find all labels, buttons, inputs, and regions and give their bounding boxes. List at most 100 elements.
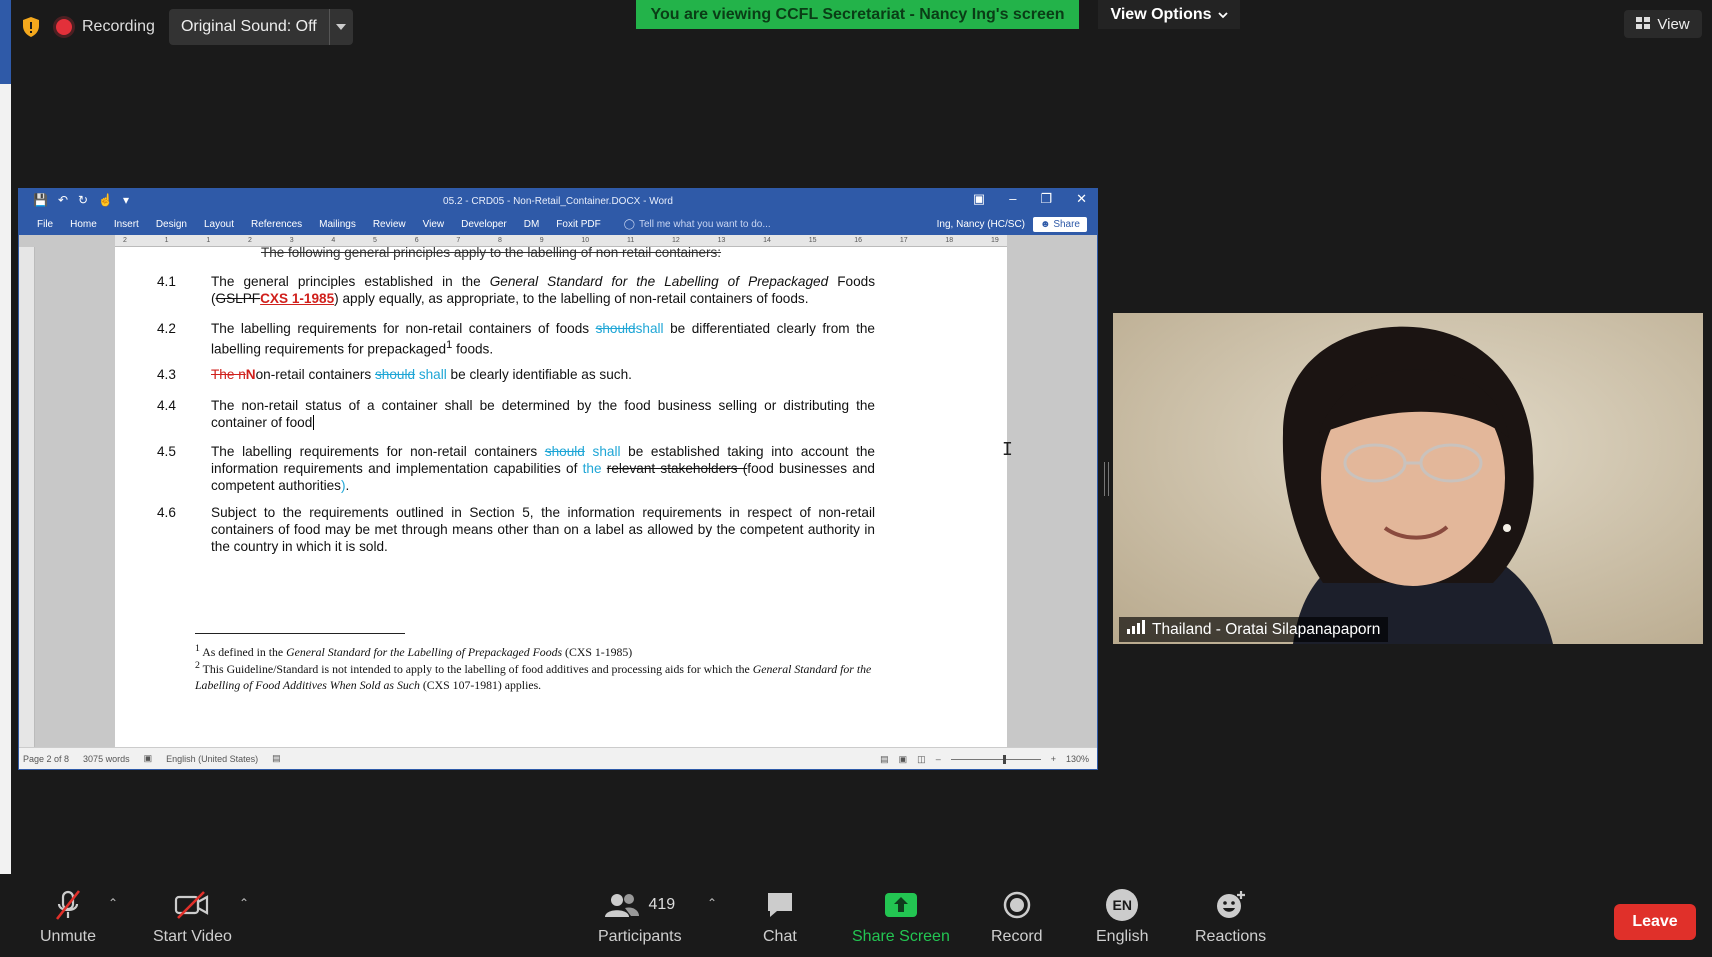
language-interpretation-button[interactable]: EN English [1096, 888, 1148, 946]
video-options-chevron-icon[interactable]: ⌃ [239, 896, 249, 910]
paragraph-number: 4.6 [157, 505, 176, 520]
start-video-button[interactable]: Start Video [153, 888, 232, 946]
page-count[interactable]: Page 2 of 8 [23, 754, 69, 764]
security-shield-icon[interactable] [20, 15, 42, 39]
paragraph-text: foods. [452, 341, 494, 357]
meeting-toolbar: Unmute ⌃ Start Video ⌃ 419 Participants … [0, 874, 1712, 957]
participant-video-image [1113, 313, 1703, 644]
zoom-level[interactable]: 130% [1066, 754, 1089, 764]
customize-icon[interactable]: ▾ [123, 193, 129, 207]
video-off-icon [174, 888, 210, 922]
participant-video-tile[interactable]: Thailand - Oratai Silapanapaporn [1113, 313, 1703, 644]
ribbon-display-icon[interactable]: ▣ [973, 191, 985, 207]
standard-title: General Standard for the Labelling of Pr… [489, 274, 829, 289]
vertical-ruler[interactable] [19, 247, 35, 747]
view-options-button[interactable]: View Options [1098, 0, 1240, 29]
standard-title: General Standard for the Labelling of Pr… [286, 644, 563, 659]
web-layout-icon[interactable]: ◫ [917, 754, 926, 765]
audio-options-chevron-icon[interactable]: ⌃ [108, 896, 118, 910]
record-button[interactable]: Record [991, 888, 1043, 946]
touch-mode-icon[interactable]: ☝ [98, 193, 113, 207]
share-button[interactable]: ☻ Share [1033, 216, 1087, 232]
panel-resize-handle[interactable] [1104, 462, 1109, 496]
tab-developer[interactable]: Developer [461, 219, 507, 230]
ruler-number: 5 [373, 237, 377, 244]
tab-home[interactable]: Home [70, 219, 97, 230]
participant-name: Thailand - Oratai Silapanapaporn [1152, 620, 1381, 638]
zoom-in-icon[interactable]: + [1051, 754, 1056, 764]
ruler-number: 17 [899, 237, 908, 244]
share-screen-label: Share Screen [852, 928, 950, 945]
grid-view-icon [1636, 16, 1651, 33]
chevron-down-icon[interactable] [328, 9, 353, 45]
restore-icon[interactable]: ❐ [1040, 191, 1052, 207]
unmute-button[interactable]: Unmute [40, 888, 96, 946]
share-screen-icon [884, 888, 918, 922]
tracked-insertion: N [245, 367, 256, 382]
tab-foxit-pdf[interactable]: Foxit PDF [556, 219, 600, 230]
tab-design[interactable]: Design [156, 219, 187, 230]
zoom-slider-knob[interactable] [1002, 754, 1006, 764]
word-status-bar: Page 2 of 8 3075 words ▣ English (United… [19, 747, 1097, 769]
close-icon[interactable]: ✕ [1076, 191, 1087, 207]
reactions-button[interactable]: Reactions [1195, 888, 1266, 946]
participants-options-chevron-icon[interactable]: ⌃ [707, 896, 717, 910]
share-label: Share [1053, 218, 1080, 230]
paragraph-4-1: 4.1 The general principles established i… [157, 273, 875, 307]
signed-in-user[interactable]: Ing, Nancy (HC/SC) [937, 219, 1025, 230]
footnote-separator [195, 633, 405, 634]
footnote-text: This Guideline/Standard is not intended … [199, 661, 753, 676]
zoom-slider[interactable] [950, 754, 1041, 764]
document-page[interactable]: The following general principles apply t… [115, 245, 1013, 747]
redo-icon[interactable]: ↻ [78, 193, 88, 207]
participants-icon [605, 894, 640, 917]
macro-icon[interactable]: ▤ [272, 753, 281, 764]
tab-references[interactable]: References [251, 219, 302, 230]
ruler-number: 3 [289, 237, 294, 244]
tracked-deletion: GSLPF [215, 291, 261, 306]
tab-review[interactable]: Review [373, 219, 406, 230]
zoom-out-icon[interactable]: – [936, 754, 941, 764]
print-layout-icon[interactable]: ▣ [899, 754, 908, 765]
original-sound-button[interactable]: Original Sound: Off [169, 9, 329, 45]
tab-view[interactable]: View [423, 219, 445, 230]
tracked-insertion: shall [584, 444, 621, 459]
read-mode-icon[interactable]: ▤ [880, 754, 889, 765]
tab-dm[interactable]: DM [524, 219, 540, 230]
start-video-label: Start Video [153, 928, 232, 945]
undo-icon[interactable]: ↶ [58, 193, 68, 207]
tab-insert[interactable]: Insert [114, 219, 139, 230]
tab-file[interactable]: File [37, 219, 53, 230]
word-count[interactable]: 3075 words [83, 754, 130, 764]
ruler-number: 18 [945, 237, 954, 244]
original-sound-control[interactable]: Original Sound: Off [168, 9, 353, 45]
partial-top-line: The following general principles apply t… [261, 245, 722, 260]
footnote-text: (CXS 1-1985) [562, 644, 633, 659]
tab-mailings[interactable]: Mailings [319, 219, 356, 230]
recording-indicator[interactable]: Recording [56, 18, 155, 36]
paragraph-4-4: 4.4 The non-retail status of a container… [157, 397, 875, 431]
paragraph-4-2: 4.2 The labelling requirements for non-r… [157, 320, 875, 358]
tracked-deletion: The n [211, 367, 246, 382]
view-layout-button[interactable]: View [1624, 10, 1702, 38]
ruler-number: 13 [717, 237, 726, 244]
tracked-deletion: should [374, 367, 416, 382]
participant-name-caption: Thailand - Oratai Silapanapaporn [1119, 617, 1389, 642]
word-ribbon-tabs: File Home Insert Design Layout Reference… [19, 213, 1097, 235]
tracked-deletion: relevant stakeholders ( [606, 461, 748, 476]
participants-button[interactable]: 419 Participants [598, 888, 682, 946]
left-edge-panel [0, 84, 11, 874]
footnote-text: (CXS 107-1981) applies. [419, 677, 542, 692]
proofing-icon[interactable]: ▣ [144, 753, 153, 764]
paragraph-number: 4.3 [157, 367, 176, 382]
language-indicator[interactable]: English (United States) [166, 754, 258, 764]
tell-me-search[interactable]: ◯ Tell me what you want to do... [624, 219, 771, 230]
recording-label: Recording [82, 18, 155, 35]
minimize-icon[interactable]: – [1009, 191, 1016, 207]
leave-button[interactable]: Leave [1614, 904, 1696, 940]
tab-layout[interactable]: Layout [204, 219, 234, 230]
ribbon-right-area: Ing, Nancy (HC/SC) ☻ Share [937, 213, 1087, 235]
save-icon[interactable]: 💾 [33, 193, 48, 207]
share-screen-button[interactable]: Share Screen [852, 888, 950, 946]
chat-button[interactable]: Chat [763, 888, 797, 946]
